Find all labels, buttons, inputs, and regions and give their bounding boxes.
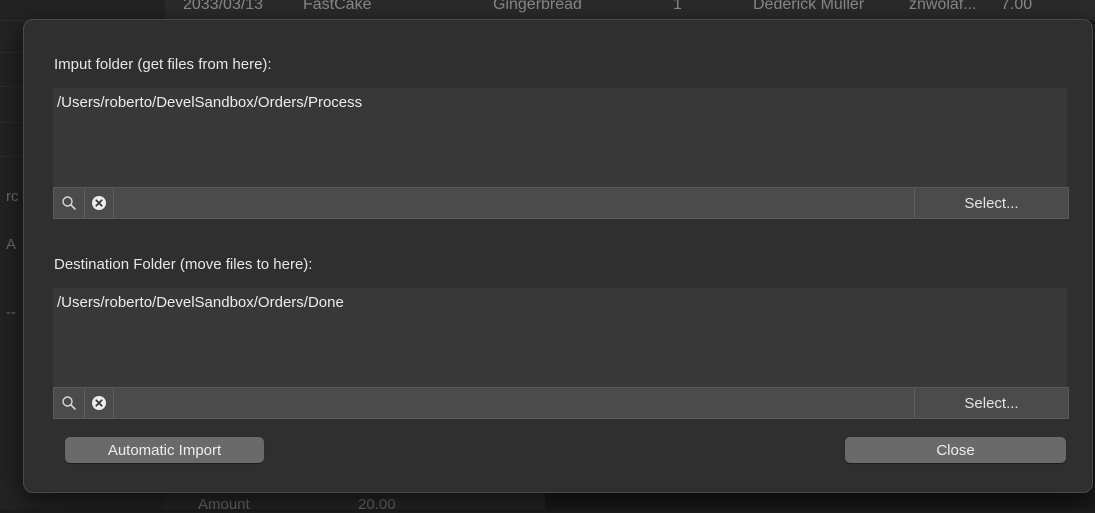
background-amount-label: Amount <box>198 496 250 513</box>
background-cell-date: 2033/03/13 <box>183 0 264 13</box>
input-folder-label: Imput folder (get files from here): <box>54 56 272 73</box>
search-icon[interactable] <box>54 188 84 218</box>
close-button[interactable]: Close <box>845 437 1066 463</box>
folder-settings-sheet: Imput folder (get files from here): /Use… <box>23 19 1093 493</box>
background-sidebar-text: rc <box>6 188 19 205</box>
background-amount-value: 20.00 <box>358 496 396 513</box>
automatic-import-button[interactable]: Automatic Import <box>65 437 264 463</box>
background-cell-qty: 1 <box>673 0 682 13</box>
background-sidebar-text: A <box>6 236 17 253</box>
input-folder-toolbar: Select... <box>53 187 1069 219</box>
clear-icon[interactable] <box>85 388 113 418</box>
destination-folder-path-field[interactable]: /Users/roberto/DevelSandbox/Orders/Done <box>53 288 1067 387</box>
divider <box>113 388 114 418</box>
divider <box>113 188 114 218</box>
input-folder-path-field[interactable]: /Users/roberto/DevelSandbox/Orders/Proce… <box>53 88 1067 187</box>
input-folder-select-button[interactable]: Select... <box>914 188 1068 218</box>
destination-folder-toolbar: Select... <box>53 387 1069 419</box>
background-cell-price: 7.00 <box>1001 0 1033 13</box>
background-cell-email: znwolaf... <box>909 0 977 13</box>
destination-folder-label: Destination Folder (move files to here): <box>54 256 313 273</box>
background-cell-product: Gingerbread <box>493 0 582 13</box>
destination-folder-select-button[interactable]: Select... <box>914 388 1068 418</box>
background-sidebar-text: -- <box>6 304 16 321</box>
clear-icon[interactable] <box>85 188 113 218</box>
background-cell-company: FastCake <box>303 0 372 13</box>
search-icon[interactable] <box>54 388 84 418</box>
background-table-row: 2033/03/13 FastCake Gingerbread 1 Dederi… <box>165 0 1095 20</box>
background-cell-customer: Dederick Muller <box>753 0 865 13</box>
